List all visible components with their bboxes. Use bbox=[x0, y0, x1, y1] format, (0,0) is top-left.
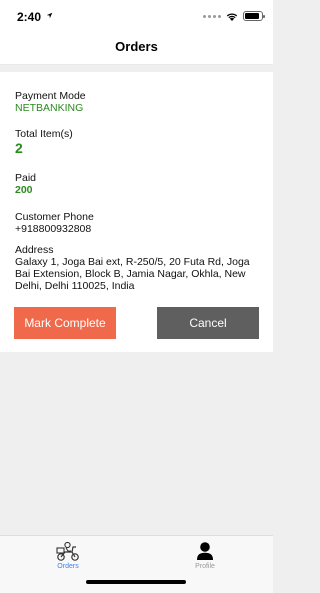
address-label: Address bbox=[15, 244, 54, 256]
total-items-field: Total Item(s) 2 bbox=[15, 128, 260, 156]
status-bar: 2:40 bbox=[0, 0, 273, 32]
payment-mode-field: Payment Mode NETBANKING bbox=[15, 90, 260, 114]
address-field: Address Galaxy 1, Joga Bai ext, R-250/5,… bbox=[15, 244, 260, 292]
tab-bar: Orders Profile bbox=[0, 535, 273, 593]
person-icon bbox=[197, 542, 213, 560]
home-indicator bbox=[86, 580, 186, 584]
tab-orders[interactable]: Orders bbox=[28, 540, 108, 570]
nav-header: Orders bbox=[0, 32, 273, 65]
status-time: 2:40 bbox=[17, 10, 42, 24]
customer-phone-label: Customer Phone bbox=[15, 211, 94, 223]
paid-label: Paid bbox=[15, 172, 37, 184]
tab-profile[interactable]: Profile bbox=[165, 540, 245, 570]
wifi-icon bbox=[226, 13, 238, 21]
paid-value: 200 bbox=[15, 184, 33, 196]
customer-phone-value: +918800932808 bbox=[15, 223, 92, 235]
page-title: Orders bbox=[115, 39, 158, 54]
cancel-button[interactable]: Cancel bbox=[157, 307, 259, 339]
tab-orders-label: Orders bbox=[57, 563, 79, 570]
total-items-label: Total Item(s) bbox=[15, 128, 73, 140]
total-items-value: 2 bbox=[15, 140, 23, 156]
delivery-scooter-icon bbox=[56, 541, 79, 561]
tab-profile-label: Profile bbox=[195, 563, 215, 570]
order-details: Payment Mode NETBANKING Total Item(s) 2 … bbox=[0, 72, 273, 352]
address-value: Galaxy 1, Joga Bai ext, R-250/5, 20 Futa… bbox=[15, 256, 250, 292]
customer-phone-field: Customer Phone +918800932808 bbox=[15, 211, 260, 235]
payment-mode-label: Payment Mode bbox=[15, 90, 86, 102]
mark-complete-button[interactable]: Mark Complete bbox=[14, 307, 116, 339]
signal-icon bbox=[203, 14, 221, 18]
payment-mode-value: NETBANKING bbox=[15, 102, 84, 114]
paid-field: Paid 200 bbox=[15, 172, 260, 196]
location-arrow-icon bbox=[46, 12, 53, 19]
battery-icon bbox=[243, 11, 265, 21]
